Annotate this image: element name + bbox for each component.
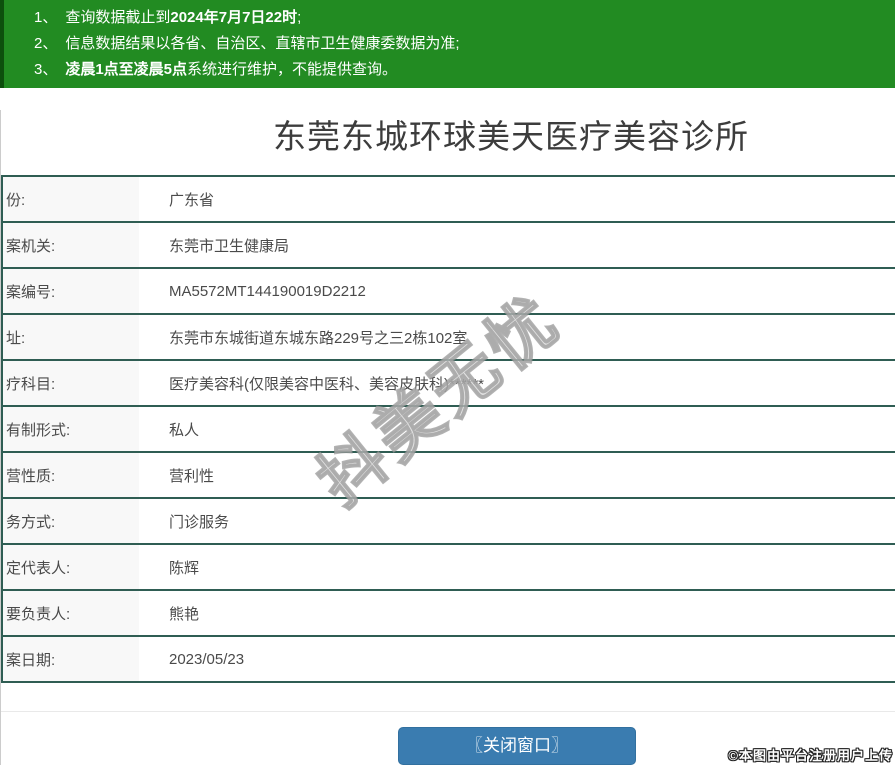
field-value: 东莞市东城街道东城东路229号之三2栋102室 bbox=[139, 313, 895, 360]
field-label: 疗科目: bbox=[2, 359, 139, 406]
notice-line-text: 信息数据结果以各省、自治区、直辖市卫生健康委数据为准; bbox=[65, 35, 460, 52]
notice-banner: 1、 查询数据截止到2024年7月7日22时; 2、 信息数据结果以各省、自治区、直… bbox=[0, 0, 895, 88]
field-value: 私人 bbox=[139, 405, 895, 452]
notice-line-number: 3、 bbox=[34, 61, 58, 78]
table-row: 有制形式: 私人 bbox=[2, 405, 895, 452]
page-title: 东莞东城环球美天医疗美容诊所 bbox=[273, 118, 749, 155]
notice-line-bold-text: 凌晨1点至凌晨5点 bbox=[65, 61, 188, 78]
field-label: 址: bbox=[2, 313, 139, 360]
notice-line: 2、 信息数据结果以各省、自治区、直辖市卫生健康委数据为准; bbox=[4, 31, 895, 57]
field-label: 定代表人: bbox=[2, 543, 139, 590]
table-row: 要负责人: 熊艳 bbox=[2, 589, 895, 636]
field-label: 有制形式: bbox=[2, 405, 139, 452]
notice-line-number: 1、 bbox=[34, 9, 58, 26]
notice-line-text: 查询数据截止到 bbox=[65, 9, 171, 26]
upload-attribution-note: ©本图由平台注册用户上传 bbox=[728, 748, 893, 763]
table-row: 营性质: 营利性 bbox=[2, 451, 895, 498]
close-window-button[interactable]: 〖关闭窗口〗 bbox=[398, 727, 636, 765]
field-value: 陈辉 bbox=[139, 543, 895, 590]
institution-info-table: 份: 广东省 案机关: 东莞市卫生健康局 案编号: MA5572MT144190… bbox=[1, 175, 895, 683]
table-row: 案编号: MA5572MT144190019D2212 bbox=[2, 267, 895, 314]
field-label: 要负责人: bbox=[2, 589, 139, 636]
field-value: 医疗美容科(仅限美容中医科、美容皮肤科)****** bbox=[139, 359, 895, 406]
field-value: MA5572MT144190019D2212 bbox=[139, 267, 895, 314]
notice-line-bold-text: 2024年7月7日22时 bbox=[170, 9, 298, 26]
field-label: 案机关: bbox=[2, 221, 139, 268]
field-value: 营利性 bbox=[139, 451, 895, 498]
table-row: 案日期: 2023/05/23 bbox=[2, 635, 895, 683]
table-row: 务方式: 门诊服务 bbox=[2, 497, 895, 544]
table-row: 疗科目: 医疗美容科(仅限美容中医科、美容皮肤科)****** bbox=[2, 359, 895, 406]
field-label: 案编号: bbox=[2, 267, 139, 314]
field-value: 广东省 bbox=[139, 175, 895, 222]
notice-line: 1、 查询数据截止到2024年7月7日22时; bbox=[4, 5, 895, 31]
notice-line: 3、 凌晨1点至凌晨5点系统进行维护，不能提供查询。 bbox=[4, 57, 895, 83]
field-value: 东莞市卫生健康局 bbox=[139, 221, 895, 268]
field-label: 份: bbox=[2, 175, 139, 222]
result-panel: 东莞东城环球美天医疗美容诊所 份: 广东省 案机关: 东莞市卫生健康局 案编号:… bbox=[0, 110, 895, 765]
table-row: 址: 东莞市东城街道东城东路229号之三2栋102室 bbox=[2, 313, 895, 360]
field-label: 务方式: bbox=[2, 497, 139, 544]
field-value: 2023/05/23 bbox=[139, 635, 895, 683]
table-row: 定代表人: 陈辉 bbox=[2, 543, 895, 590]
table-row: 案机关: 东莞市卫生健康局 bbox=[2, 221, 895, 268]
notice-line-text-after: 系统进行维护，不能提供查询。 bbox=[187, 61, 398, 78]
notice-line-text-after: ; bbox=[297, 9, 302, 26]
table-row: 份: 广东省 bbox=[2, 175, 895, 222]
field-label: 营性质: bbox=[2, 451, 139, 498]
field-label: 案日期: bbox=[2, 635, 139, 683]
field-value: 熊艳 bbox=[139, 589, 895, 636]
notice-line-number: 2、 bbox=[34, 35, 58, 52]
field-value: 门诊服务 bbox=[139, 497, 895, 544]
